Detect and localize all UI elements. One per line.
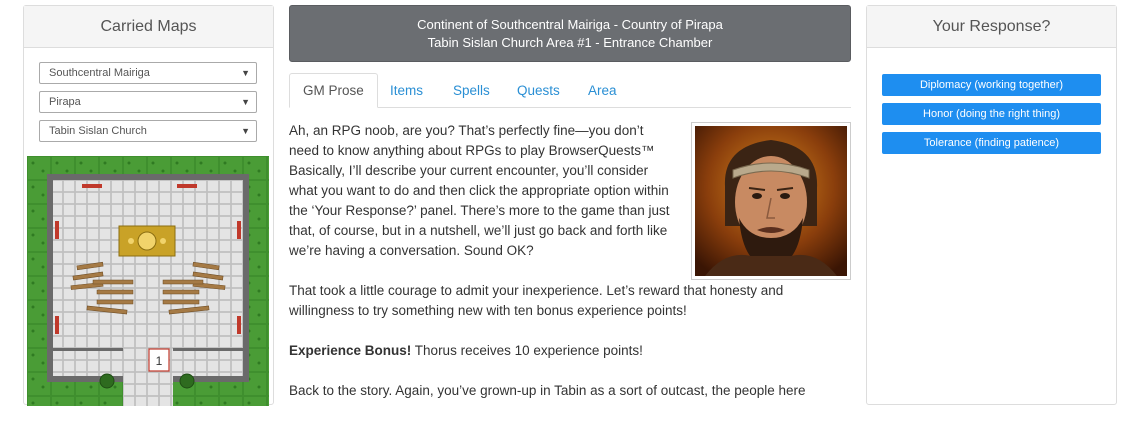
diplomacy-button[interactable]: Diplomacy (working together) xyxy=(882,74,1101,96)
prose-paragraph: Ah, an RPG noob, are you? That’s perfect… xyxy=(289,123,670,258)
country-select-value: Pirapa xyxy=(49,96,81,108)
carried-maps-title: Carried Maps xyxy=(24,6,273,48)
tab-area[interactable]: Area xyxy=(575,73,630,107)
carried-maps-panel: Carried Maps Southcentral Mairiga ▼ Pira… xyxy=(23,5,274,406)
location-select-value: Tabin Sislan Church xyxy=(49,125,147,137)
tolerance-button[interactable]: Tolerance (finding patience) xyxy=(882,132,1101,154)
experience-bonus-text: Thorus receives 10 experience points! xyxy=(411,343,643,358)
area-map[interactable]: 1 xyxy=(27,156,269,406)
chevron-down-icon: ▼ xyxy=(241,68,250,78)
location-header-line2: Tabin Sislan Church Area #1 - Entrance C… xyxy=(427,35,713,50)
location-header-line1: Continent of Southcentral Mairiga - Coun… xyxy=(417,17,723,32)
continent-select[interactable]: Southcentral Mairiga ▼ xyxy=(39,62,257,84)
tab-gm-prose[interactable]: GM Prose xyxy=(289,73,378,108)
prose-paragraph: Back to the story. Again, you’ve grown-u… xyxy=(289,383,806,398)
continent-select-value: Southcentral Mairiga xyxy=(49,67,150,79)
location-select[interactable]: Tabin Sislan Church ▼ xyxy=(39,120,257,142)
map-marker-label: 1 xyxy=(156,354,163,368)
gm-prose: Ah, an RPG noob, are you? That’s perfect… xyxy=(289,121,851,421)
tab-quests[interactable]: Quests xyxy=(504,73,573,107)
your-response-title: Your Response? xyxy=(867,6,1116,48)
location-header: Continent of Southcentral Mairiga - Coun… xyxy=(289,5,851,62)
chevron-down-icon: ▼ xyxy=(241,97,250,107)
country-select[interactable]: Pirapa ▼ xyxy=(39,91,257,113)
chevron-down-icon: ▼ xyxy=(241,126,250,136)
prose-paragraph: That took a little courage to admit your… xyxy=(289,283,784,318)
experience-bonus-paragraph: Experience Bonus! Thorus receives 10 exp… xyxy=(289,341,851,361)
your-response-panel: Your Response? Diplomacy (working togeth… xyxy=(866,5,1117,405)
area-map-svg: 1 xyxy=(27,156,269,406)
tab-items[interactable]: Items xyxy=(377,73,436,107)
honor-button[interactable]: Honor (doing the right thing) xyxy=(882,103,1101,125)
content-tabs: GM Prose Items Spells Quests Area xyxy=(289,73,851,108)
tab-spells[interactable]: Spells xyxy=(440,73,503,107)
experience-bonus-label: Experience Bonus! xyxy=(289,343,412,358)
